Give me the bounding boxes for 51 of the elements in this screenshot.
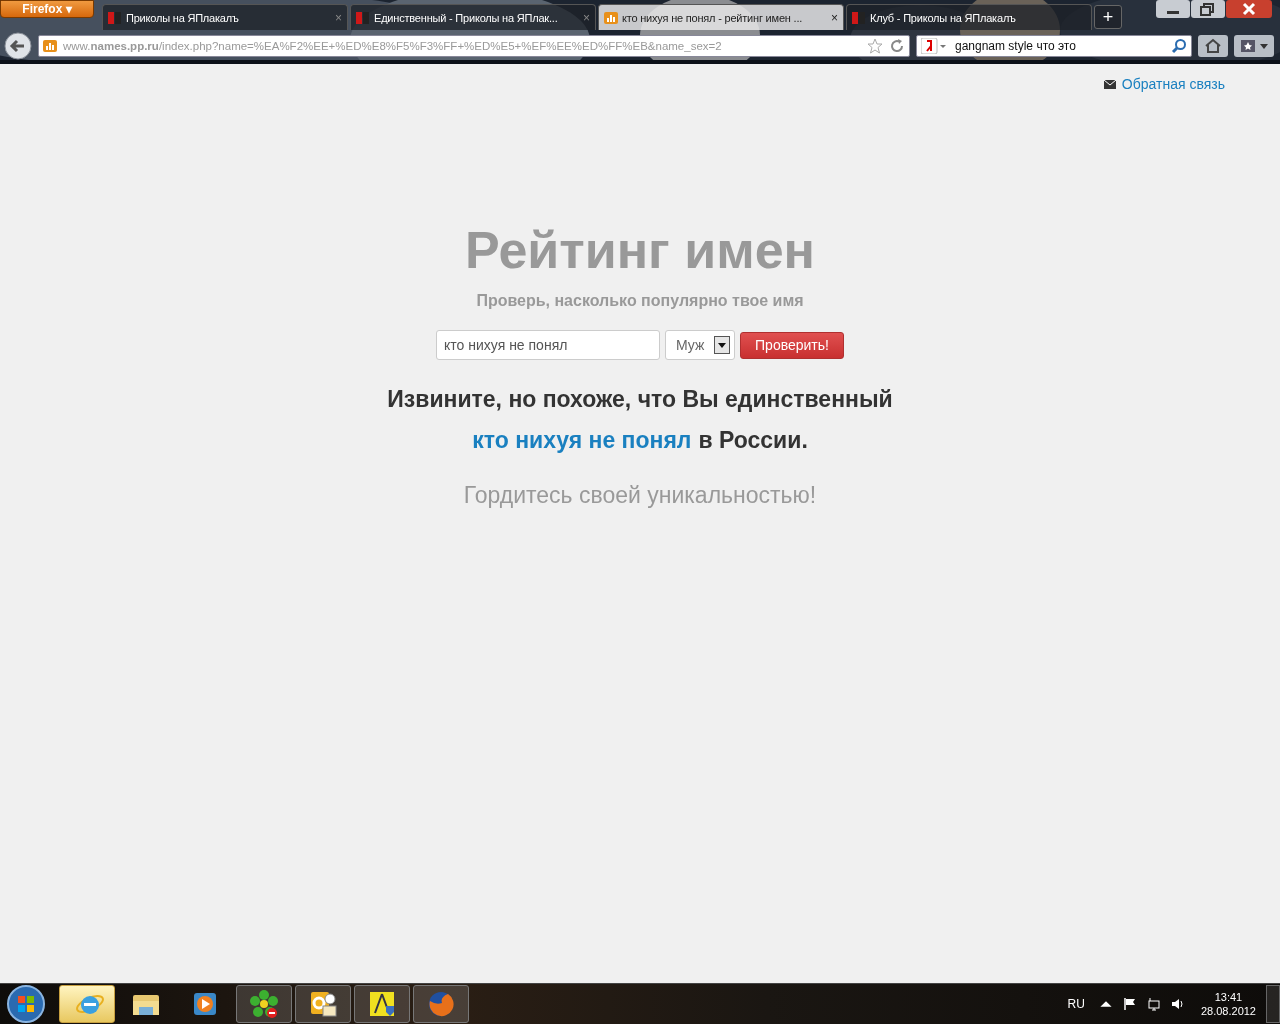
search-icon[interactable] — [1171, 38, 1187, 54]
mail-clock-icon — [308, 989, 338, 1019]
tab-title: Приколы на ЯПлакалъ — [126, 11, 240, 24]
taskbar-app[interactable] — [354, 985, 410, 1023]
sex-dropdown[interactable]: Муж — [665, 330, 736, 360]
tab-title: Клуб - Приколы на ЯПлакалъ — [870, 11, 1017, 24]
envelope-icon — [1103, 79, 1116, 89]
date: 28.08.2012 — [1200, 1005, 1256, 1017]
pride-message: Гордитесь своей уникальностью! — [463, 482, 817, 509]
close-icon[interactable] — [1226, 0, 1272, 18]
feedback-link[interactable]: Обратная связь — [1121, 76, 1225, 92]
compass-shield-icon — [367, 989, 397, 1019]
tab-title: кто нихуя не понял - рейтинг имен ... — [622, 11, 804, 24]
start-button[interactable] — [6, 984, 46, 1024]
volume-icon[interactable] — [1170, 997, 1185, 1011]
flower-icon — [249, 989, 279, 1019]
clock[interactable]: 13:41 28.08.2012 — [1200, 991, 1256, 1017]
search-field[interactable]: gangnam style что это — [916, 35, 1192, 57]
bar-chart-icon — [43, 40, 57, 52]
flag-icon[interactable] — [1122, 997, 1137, 1011]
bookmarks-icon[interactable] — [1234, 35, 1274, 57]
reload-icon[interactable] — [889, 38, 905, 54]
browser-tab[interactable]: Клуб - Приколы на ЯПлакалъ — [846, 4, 1092, 30]
restore-icon[interactable] — [1191, 0, 1225, 18]
subtitle: Проверь, насколько популярно твое имя — [476, 292, 804, 310]
home-icon[interactable] — [1198, 35, 1228, 57]
name-link[interactable]: кто нихуя не понял — [472, 427, 692, 454]
browser-tab[interactable]: кто нихуя не понял - рейтинг имен ... × — [598, 4, 844, 30]
taskbar-app[interactable] — [236, 985, 292, 1023]
taskbar-app[interactable] — [295, 985, 351, 1023]
show-desktop-button[interactable] — [1266, 985, 1280, 1023]
browser-tab[interactable]: Приколы на ЯПлакалъ × — [102, 4, 348, 30]
star-icon[interactable] — [867, 38, 883, 54]
name-input[interactable]: кто нихуя не понял — [436, 330, 661, 360]
back-button[interactable] — [4, 32, 32, 60]
tab-title: Единственный - Приколы на ЯПлак... — [374, 11, 559, 24]
result-message: Извините, но похоже, что Вы единственный — [387, 386, 893, 413]
close-tab-button[interactable]: × — [335, 10, 342, 25]
network-icon[interactable] — [1146, 997, 1161, 1011]
close-tab-button[interactable]: × — [831, 10, 838, 25]
time: 13:41 — [1214, 991, 1243, 1003]
new-tab-button[interactable]: + — [1094, 5, 1122, 29]
page-title: Рейтинг имен — [465, 224, 815, 276]
browser-tab[interactable]: Единственный - Приколы на ЯПлак... × — [350, 4, 596, 30]
bar-chart-icon — [604, 11, 618, 24]
check-button[interactable]: Проверить! — [740, 331, 844, 359]
result-message: в России. — [698, 427, 808, 454]
search-engine-icon — [921, 38, 947, 54]
close-tab-button[interactable]: × — [583, 10, 590, 25]
minimize-icon[interactable] — [1156, 0, 1190, 18]
language-indicator[interactable]: RU — [1067, 997, 1085, 1011]
